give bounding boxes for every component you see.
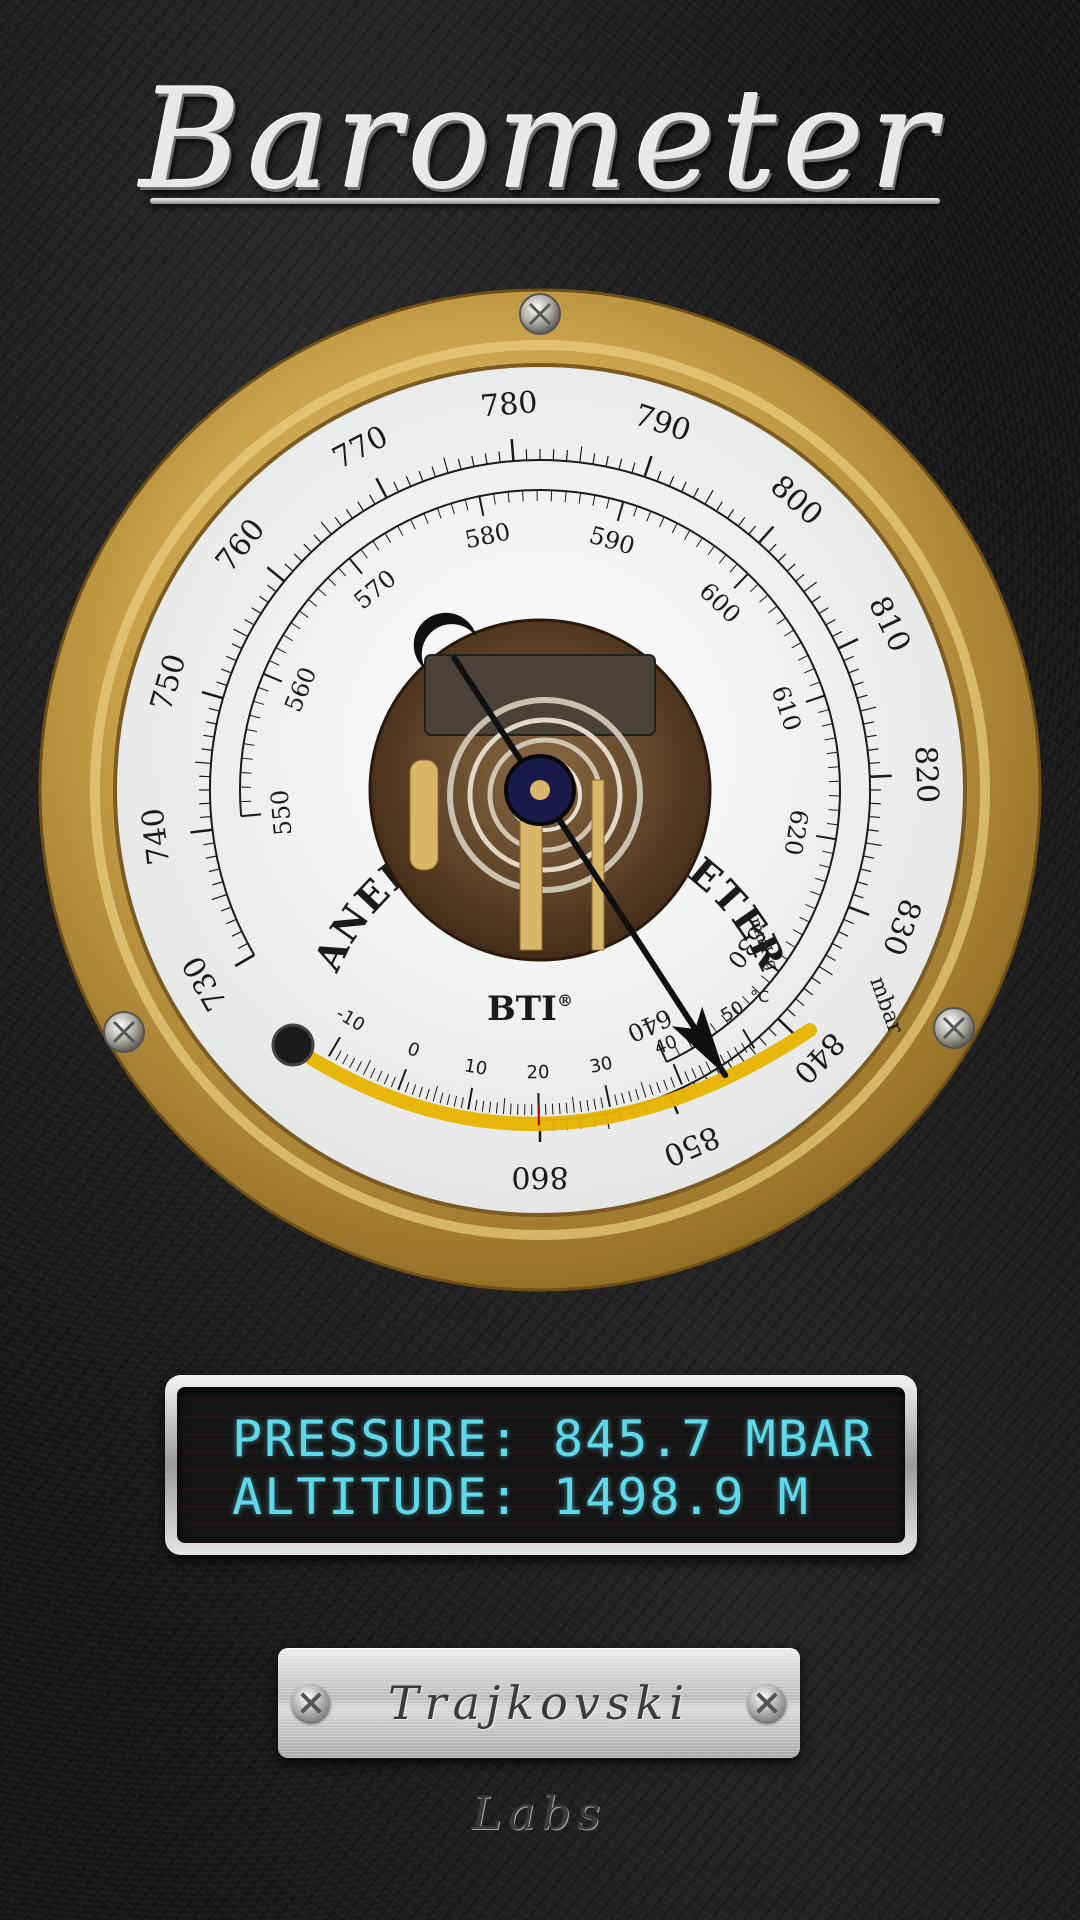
bezel-screw-right [933,1007,975,1049]
linkage-arm-right [591,779,605,951]
bezel-screw-top [519,293,561,335]
needle-hub-cap [530,780,550,800]
brand-plate-text: Trajkovski Labs [387,1676,691,1840]
thermometer-bulb [271,1023,315,1067]
readout-screen: PRESSURE: 845.7 MBAR ALTITUDE: 1498.9 M [177,1387,905,1543]
inner-scale-tick [240,772,252,774]
outer-scale-label: 860 [511,1159,568,1194]
readout-panel: PRESSURE: 845.7 MBAR ALTITUDE: 1498.9 M [165,1375,917,1555]
outer-scale-tick [869,774,892,778]
bezel-screw-left [103,1011,145,1053]
app-title: Barometer [140,59,943,220]
inner-scale-tick [522,490,524,502]
thermometer-label: 10 [463,1055,489,1080]
outer-scale-label: 740 [135,806,177,867]
linkage-arm-left [409,759,439,871]
pressure-readout: PRESSURE: 845.7 MBAR [232,1410,875,1468]
outer-scale-label: 780 [479,385,539,424]
thermometer-label: 20 [526,1062,549,1083]
barometer-gauge: 730740750760770780 7908008108208308408508… [38,288,1042,1292]
outer-scale-tick [510,439,515,462]
inner-scale-label: 550 [266,789,298,837]
thermometer-tick [509,1103,512,1115]
altitude-readout: ALTITUDE: 1498.9 M [232,1468,810,1526]
plate-screw-right [748,1684,786,1722]
celsius-unit-label: °C [750,987,769,1006]
outer-scale-label: 820 [908,745,945,804]
title-underline [150,198,940,204]
plate-screw-left [292,1684,330,1722]
thermometer-tick [551,1103,554,1115]
brand-plate: Trajkovski Labs [278,1648,800,1840]
